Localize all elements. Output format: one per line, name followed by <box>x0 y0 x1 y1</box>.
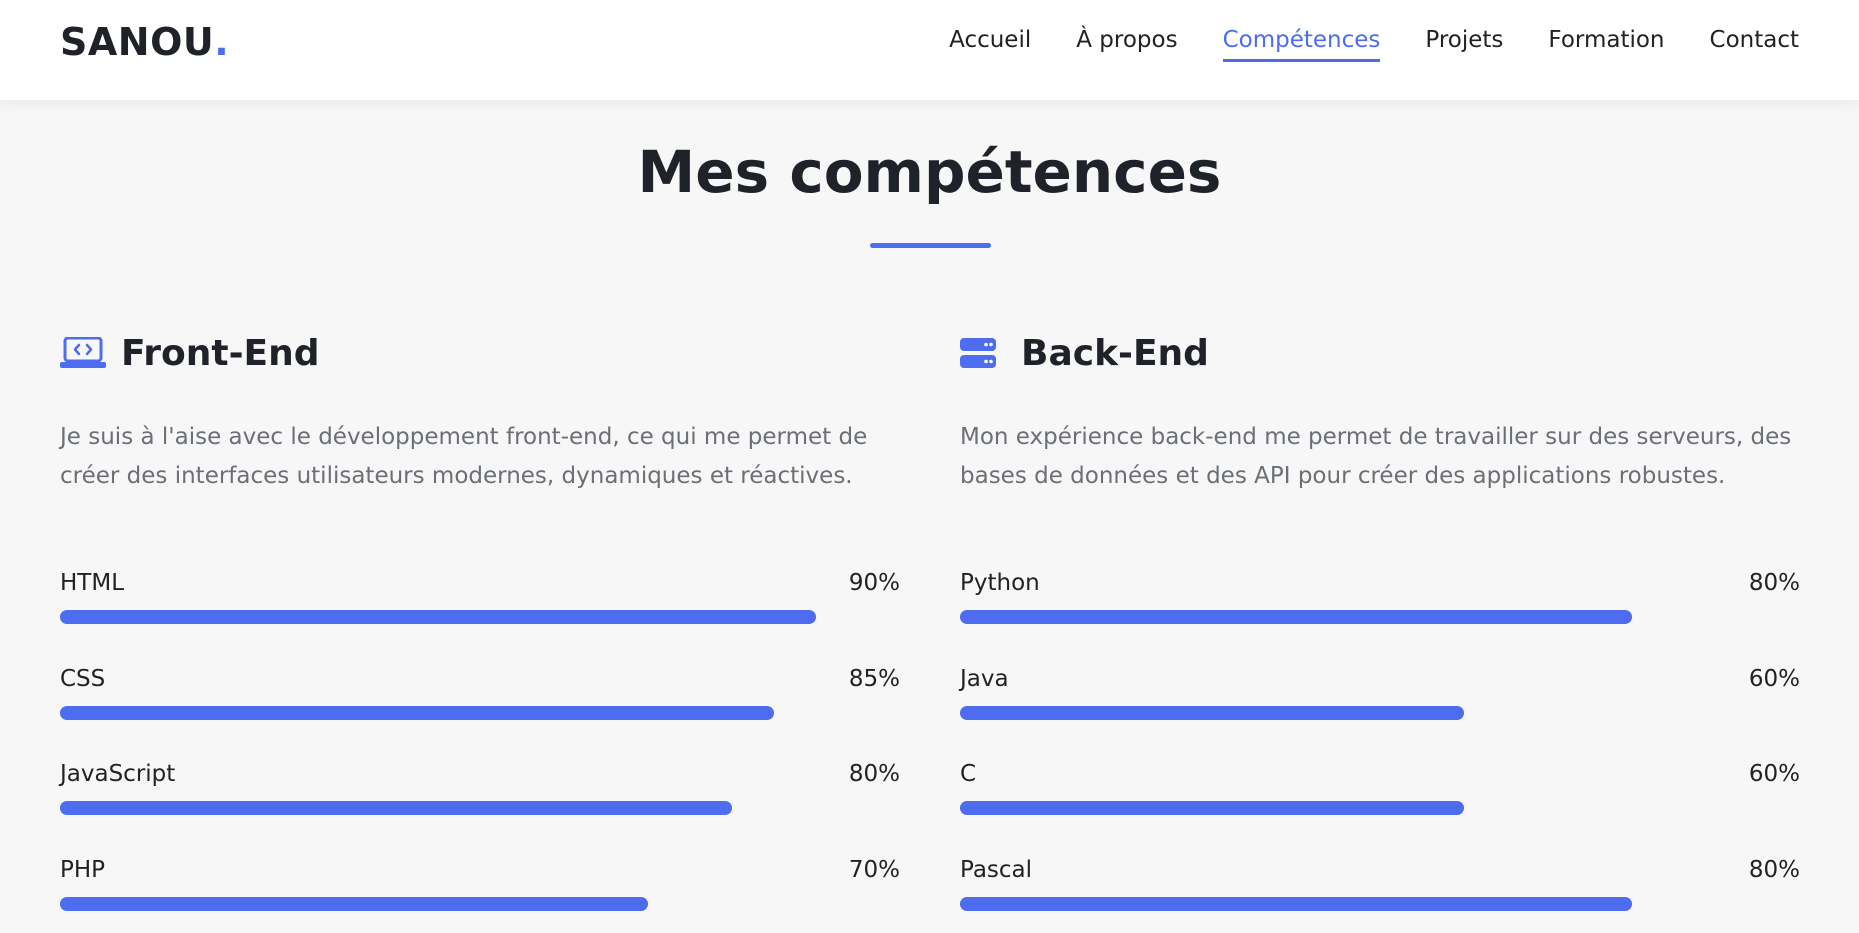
frontend-column: Front-End Je suis à l'aise avec le dével… <box>60 330 900 933</box>
skill-item-python: Python 80% <box>960 570 1800 666</box>
frontend-title: Front-End <box>121 332 320 374</box>
skill-progress-bar <box>60 801 732 815</box>
skill-percent: 80% <box>1748 856 1800 883</box>
main-nav: Accueil À propos Compétences Projets For… <box>904 27 1799 62</box>
skill-name: Java <box>960 665 1009 692</box>
logo-dot: . <box>214 20 230 64</box>
skill-progress-track <box>60 610 900 624</box>
skill-percent: 60% <box>1748 761 1800 787</box>
skill-progress-track <box>60 705 900 720</box>
skill-name: CSS <box>60 665 106 692</box>
frontend-heading: Front-End <box>60 330 900 376</box>
logo-text: SANOU <box>60 20 215 64</box>
skill-percent: 85% <box>848 665 900 692</box>
skill-percent: 80% <box>1748 570 1800 596</box>
title-underline <box>870 243 991 248</box>
skill-progress-track <box>960 705 1800 720</box>
section-title: Mes compétences <box>637 138 1222 206</box>
frontend-description: Je suis à l'aise avec le développement f… <box>60 424 868 489</box>
skill-name: HTML <box>60 570 125 596</box>
top-navbar: SANOU. Accueil À propos Compétences Proj… <box>0 0 1859 100</box>
skill-item-php: PHP 70% <box>60 857 900 933</box>
skill-progress-track <box>60 801 900 815</box>
skill-progress-track <box>960 896 1800 911</box>
skill-percent: 60% <box>1748 665 1800 692</box>
backend-description: Mon expérience back-end me permet de tra… <box>960 424 1792 489</box>
skill-progress-track <box>960 610 1800 624</box>
backend-skill-list: Python 80% Java 60% C 60% Pascal 80% <box>960 570 1800 933</box>
skill-progress-bar <box>960 801 1464 815</box>
skill-progress-bar <box>960 610 1632 624</box>
skill-name: Python <box>960 570 1040 596</box>
skill-percent: 80% <box>848 761 900 787</box>
site-logo[interactable]: SANOU. <box>60 20 229 64</box>
skill-percent: 90% <box>848 570 900 596</box>
skill-progress-bar <box>60 610 816 624</box>
skill-progress-track <box>60 896 900 911</box>
skill-progress-bar <box>60 896 648 911</box>
backend-heading: Back-End <box>960 330 1800 376</box>
skill-name: Pascal <box>960 856 1033 883</box>
skill-name: PHP <box>60 856 106 883</box>
nav-link-accueil[interactable]: Accueil <box>949 27 1031 62</box>
skill-item-pascal: Pascal 80% <box>960 857 1800 933</box>
frontend-skill-list: HTML 90% CSS 85% JavaScript 80% PHP 70% <box>60 570 900 933</box>
backend-title: Back-End <box>1021 332 1209 374</box>
skill-item-c: C 60% <box>960 761 1800 857</box>
skill-percent: 70% <box>848 856 900 883</box>
skill-name: JavaScript <box>60 761 176 787</box>
skill-progress-bar <box>960 705 1464 720</box>
skill-item-java: Java 60% <box>960 666 1800 762</box>
nav-link-formation[interactable]: Formation <box>1548 27 1664 62</box>
skill-progress-bar <box>960 896 1632 911</box>
skill-item-html: HTML 90% <box>60 570 900 666</box>
nav-link-a-propos[interactable]: À propos <box>1076 27 1177 62</box>
skill-item-css: CSS 85% <box>60 666 900 762</box>
skill-progress-track <box>960 801 1800 815</box>
nav-link-contact[interactable]: Contact <box>1710 27 1799 62</box>
skill-item-javascript: JavaScript 80% <box>60 761 900 857</box>
backend-column: Back-End Mon expérience back-end me perm… <box>960 330 1800 933</box>
server-icon <box>960 335 1006 371</box>
skill-progress-bar <box>60 705 774 720</box>
laptop-code-icon <box>60 335 106 371</box>
nav-link-competences[interactable]: Compétences <box>1222 27 1381 62</box>
skill-name: C <box>960 761 977 787</box>
nav-link-projets[interactable]: Projets <box>1425 27 1503 62</box>
